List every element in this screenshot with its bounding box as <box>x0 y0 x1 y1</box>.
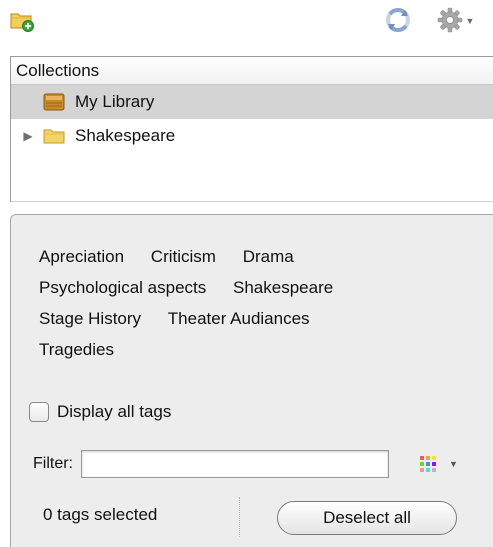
tag-item[interactable]: Stage History <box>39 303 141 334</box>
tag-item[interactable]: Criticism <box>151 241 216 272</box>
tag-selector-footer: 0 tags selected Deselect all <box>11 497 493 537</box>
folder-add-icon <box>10 13 34 32</box>
sync-icon <box>386 8 410 32</box>
sync-button[interactable] <box>382 4 414 36</box>
footer-divider <box>239 497 240 537</box>
tag-item[interactable]: Theater Audiances <box>168 303 310 334</box>
tag-color-menu-button[interactable]: ▼ <box>419 450 467 478</box>
tag-item[interactable]: Apreciation <box>39 241 124 272</box>
collections-tree: Collections My Library ▶ Shakespeare <box>10 56 493 202</box>
zotero-left-pane: ▼ Collections My Library ▶ Shakespeare A… <box>0 0 493 547</box>
tag-selector: Apreciation Criticism Drama Psychologica… <box>10 214 493 547</box>
display-all-tags-option[interactable]: Display all tags <box>29 402 171 422</box>
tag-filter-input[interactable] <box>81 450 389 478</box>
filter-label: Filter: <box>33 455 73 472</box>
collection-label: My Library <box>75 92 155 111</box>
collection-label: Shakespeare <box>75 126 176 145</box>
pane-splitter[interactable] <box>0 202 493 214</box>
chevron-down-icon: ▼ <box>449 459 458 469</box>
collection-item-my-library[interactable]: My Library <box>11 85 493 119</box>
display-all-label: Display all tags <box>57 402 172 421</box>
tag-item[interactable]: Psychological aspects <box>39 272 206 303</box>
tag-item[interactable]: Drama <box>243 241 294 272</box>
chevron-down-icon: ▼ <box>465 16 475 26</box>
tag-item[interactable]: Shakespeare <box>233 272 333 303</box>
collections-header[interactable]: Collections <box>11 57 493 85</box>
tags-selected-count: 0 tags selected <box>43 505 158 524</box>
filter-row: Filter: <box>33 450 389 478</box>
library-icon <box>41 92 67 112</box>
folder-icon <box>41 126 67 146</box>
twisty-closed-icon[interactable]: ▶ <box>19 129 37 143</box>
tag-item[interactable]: Tragedies <box>39 334 114 365</box>
collection-item-shakespeare[interactable]: ▶ Shakespeare <box>11 119 493 153</box>
actions-menu-button[interactable]: ▼ <box>430 4 480 36</box>
gear-icon <box>437 7 462 33</box>
color-grid-icon <box>420 456 436 472</box>
deselect-all-button[interactable]: Deselect all <box>277 501 457 535</box>
tag-cloud: Apreciation Criticism Drama Psychologica… <box>39 241 459 365</box>
display-all-checkbox[interactable] <box>29 402 49 422</box>
new-collection-button[interactable] <box>8 6 36 34</box>
toolbar: ▼ <box>0 0 493 48</box>
